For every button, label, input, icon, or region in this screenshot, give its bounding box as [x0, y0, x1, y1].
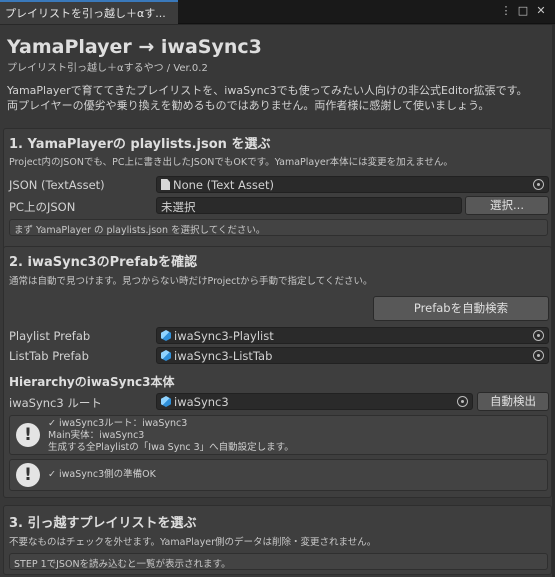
step3-hint-text: STEP 1でJSONを読み込むと一覧が表示されます。	[14, 559, 231, 570]
listtab-prefab-label: ListTab Prefab	[9, 349, 89, 363]
step3-hint-box: STEP 1でJSONを読み込むと一覧が表示されます。	[9, 553, 548, 570]
description-line-2: 両プレイヤーの優劣や乗り換えを勧めるものではありません。両作者様に感謝して使いま…	[7, 99, 490, 112]
playlist-prefab-field[interactable]: iwaSync3-Playlist	[156, 327, 549, 344]
playlist-prefab-label: Playlist Prefab	[9, 329, 91, 343]
root-info-box: ! ✓ iwaSync3ルート：iwaSync3 Main実体：iwaSync3…	[9, 415, 548, 455]
step1-hint-text: まず YamaPlayer の playlists.json を選択してください…	[14, 225, 266, 236]
window-tab-title: プレイリストを引っ越し＋αす...	[5, 7, 166, 20]
step3-title: 3. 引っ越すプレイリストを選ぶ	[9, 516, 197, 531]
close-icon[interactable]: ✕	[534, 4, 548, 18]
object-picker-icon[interactable]	[533, 330, 544, 341]
pc-json-field: 未選択	[156, 197, 462, 214]
pc-json-value: 未選択	[161, 200, 196, 214]
object-picker-icon[interactable]	[533, 179, 544, 190]
step2-section: 2. iwaSync3のPrefabを確認 通常は自動で見つけます。見つからない…	[3, 246, 552, 498]
page-title: YamaPlayer → iwaSync3	[7, 36, 262, 58]
editor-tab-bar: プレイリストを引っ越し＋αす... ⋮ □ ✕	[0, 0, 555, 24]
prefab-icon	[161, 396, 171, 407]
select-file-button[interactable]: 選択...	[465, 196, 549, 215]
iwasync3-root-label: iwaSync3 ルート	[9, 396, 102, 410]
step3-note: 不要なものはチェックを外せます。YamaPlayer側のデータは削除・変更されま…	[9, 537, 377, 548]
object-picker-icon[interactable]	[533, 350, 544, 361]
iwasync3-root-field[interactable]: iwaSync3	[156, 393, 473, 410]
prefab-auto-search-button[interactable]: Prefabを自動検索	[373, 296, 549, 321]
playlist-prefab-value: iwaSync3-Playlist	[174, 329, 274, 343]
root-info-line-2: Main実体：iwaSync3	[48, 430, 145, 441]
step1-hint-box: まず YamaPlayer の playlists.json を選択してください…	[9, 219, 548, 236]
root-info-message: ✓ iwaSync3ルート：iwaSync3 Main実体：iwaSync3 生…	[48, 418, 294, 454]
root-info-line-1: ✓ iwaSync3ルート：iwaSync3	[48, 418, 188, 429]
json-textasset-value: None (Text Asset)	[173, 178, 274, 192]
root-info-line-3: 生成する全Playlistの「Iwa Sync 3」へ自動設定します。	[48, 442, 294, 453]
prefab-icon	[161, 350, 171, 361]
pc-json-label: PC上のJSON	[9, 200, 76, 214]
step2-note: 通常は自動で見つけます。見つからない時だけProjectから手動で指定してくださ…	[9, 276, 373, 287]
object-picker-icon[interactable]	[457, 396, 468, 407]
maximize-icon[interactable]: □	[516, 4, 530, 18]
step1-section: 1. YamaPlayerの playlists.json を選ぶ Projec…	[3, 128, 552, 261]
prefab-icon	[161, 330, 171, 341]
listtab-prefab-field[interactable]: iwaSync3-ListTab	[156, 347, 549, 364]
text-asset-icon	[161, 179, 170, 190]
page-subtitle: プレイリスト引っ越し＋αするやつ / Ver.0.2	[7, 63, 208, 74]
ready-info-box: ! ✓ iwaSync3側の準備OK	[9, 459, 548, 491]
step1-note: Project内のJSONでも、PC上に書き出したJSONでもOKです。Yama…	[9, 157, 453, 168]
json-textasset-label: JSON (TextAsset)	[9, 178, 105, 192]
info-icon: !	[16, 423, 40, 447]
description-line-1: YamaPlayerで育ててきたプレイリストを、iwaSync3でも使ってみたい…	[7, 84, 528, 97]
editor-window-content: YamaPlayer → iwaSync3 プレイリスト引っ越し＋αするやつ /…	[0, 25, 555, 577]
auto-detect-button[interactable]: 自動検出	[477, 392, 549, 411]
step1-title: 1. YamaPlayerの playlists.json を選ぶ	[9, 137, 271, 152]
step2-title: 2. iwaSync3のPrefabを確認	[9, 255, 198, 270]
tab-menu-icon[interactable]: ⋮	[499, 4, 513, 18]
json-textasset-field[interactable]: None (Text Asset)	[156, 176, 549, 193]
step3-section: 3. 引っ越すプレイリストを選ぶ 不要なものはチェックを外せます。YamaPla…	[3, 505, 552, 575]
ready-info-message: ✓ iwaSync3側の準備OK	[48, 469, 156, 480]
window-tab[interactable]: プレイリストを引っ越し＋αす...	[0, 0, 178, 24]
iwasync3-root-value: iwaSync3	[174, 395, 229, 409]
info-icon: !	[16, 463, 40, 487]
listtab-prefab-value: iwaSync3-ListTab	[174, 349, 273, 363]
page-description: YamaPlayerで育ててきたプレイリストを、iwaSync3でも使ってみたい…	[7, 83, 528, 113]
hierarchy-title: HierarchyのiwaSync3本体	[9, 375, 175, 389]
